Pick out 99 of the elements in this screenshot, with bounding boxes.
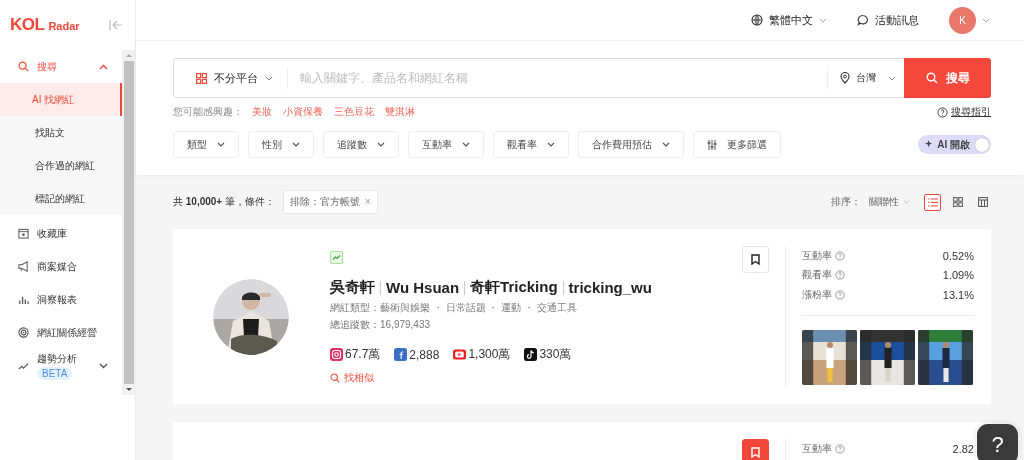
influencer-name[interactable]: 吳奇軒: [330, 278, 375, 297]
filter-chip[interactable]: 排除：官方帳號 ×: [283, 190, 378, 214]
help-icon[interactable]: [835, 289, 845, 300]
chevron-down-icon: [662, 142, 670, 147]
bookmark-icon: [751, 254, 760, 265]
play-button-icon: [453, 348, 467, 361]
search-icon: [18, 61, 29, 72]
filter-dropdown[interactable]: 性別: [248, 131, 314, 158]
archive-icon: [18, 228, 29, 239]
search-button[interactable]: 搜尋: [904, 58, 991, 98]
search-icon: [925, 72, 938, 84]
nav-label: 搜尋: [37, 59, 57, 74]
search-guide-link[interactable]: 搜尋指引: [937, 105, 991, 119]
sort-dropdown[interactable]: 關聯性: [869, 195, 910, 209]
nav-subitem[interactable]: 找貼文: [0, 116, 122, 149]
filter-dropdown[interactable]: 追蹤數: [323, 131, 399, 158]
nav-item[interactable]: 趨勢分析 BETA: [0, 349, 122, 382]
ai-toggle[interactable]: AI 開啟: [918, 135, 991, 154]
filter-dropdown[interactable]: 類型: [173, 131, 239, 158]
nav-item[interactable]: 商案媒合: [0, 250, 122, 283]
help-icon[interactable]: [835, 250, 845, 261]
find-similar-link[interactable]: 找相似: [330, 371, 374, 385]
globe-icon: [751, 14, 763, 26]
megaphone-icon: [18, 261, 29, 272]
category-text: 網紅類型：藝術與娛樂 ・ 日常話題 ・ 運動 ・ 交通工具: [330, 301, 577, 315]
target-icon: [18, 327, 29, 338]
chevron-down-icon: [462, 142, 470, 147]
nav-label: 網紅關係經營: [37, 325, 97, 340]
sliders-icon: [707, 139, 717, 150]
beta-badge: BETA: [37, 366, 73, 380]
chevron-up-icon: [99, 63, 108, 70]
grid-icon: [196, 72, 207, 84]
f-letter-icon: [394, 348, 408, 361]
chevron-down-icon: [292, 142, 300, 147]
nav-label: 收藏庫: [37, 226, 67, 241]
chevron-down-icon: [819, 17, 827, 23]
filter-dropdown[interactable]: 互動率: [408, 131, 484, 158]
nav-item[interactable]: 搜尋: [0, 50, 122, 83]
music-note-icon: [524, 348, 538, 361]
help-icon: [937, 106, 948, 118]
nav-label: 洞察報表: [37, 292, 77, 307]
sparkle-icon: [925, 140, 935, 149]
search-bar[interactable]: 不分平台 輸入關鍵字、產品名和網紅名稱 台灣 搜尋: [173, 58, 991, 98]
chevron-down-icon: [377, 142, 385, 147]
platform-follower-count: 330萬: [539, 346, 572, 363]
bookmark-button[interactable]: [742, 439, 769, 460]
filter-dropdown[interactable]: 觀看率: [493, 131, 569, 158]
nav-item[interactable]: 網紅關係經營: [0, 316, 122, 349]
chevron-down-icon: [99, 362, 108, 369]
stat-value: 2.82: [952, 442, 974, 455]
chevron-down-icon: [888, 75, 896, 81]
suggestion-label: 您可能感興趣：: [173, 105, 243, 119]
platform-follower-count: 2,888: [409, 347, 440, 362]
bar-chart-icon: [18, 294, 29, 305]
nav-item[interactable]: 洞察報表: [0, 283, 122, 316]
location-pin-icon: [840, 72, 850, 84]
help-button[interactable]: ?: [977, 424, 1018, 460]
scrollbar[interactable]: [122, 50, 135, 395]
stat-label: 互動率: [802, 248, 832, 263]
trend-line-icon: [18, 360, 29, 371]
result-summary: 共 10,000+ 筆，條件：: [173, 195, 275, 209]
platform-follower-count: 1,300萬: [468, 346, 511, 363]
messages-link[interactable]: 活動訊息: [857, 12, 919, 28]
stat-value: 0.52%: [942, 249, 974, 262]
table-icon: [977, 197, 988, 207]
stat-label: 觀看率: [802, 268, 832, 283]
influencer-name[interactable]: 奇軒Tricking: [470, 278, 558, 297]
chevron-down-icon: [547, 142, 555, 147]
stat-label: 漲粉率: [802, 287, 832, 302]
chevron-down-icon: [265, 75, 273, 81]
chevron-down-icon[interactable]: [982, 17, 990, 23]
chevron-down-icon: [217, 142, 225, 147]
follower-count: 總追蹤數：16,979,433: [330, 318, 431, 332]
influencer-name[interactable]: Wu Hsuan: [386, 279, 460, 296]
chat-bubble-icon: [857, 14, 869, 26]
sort-label: 排序：: [831, 195, 861, 209]
list-view-button[interactable]: [924, 193, 941, 211]
camera-icon: [330, 348, 343, 361]
language-menu[interactable]: 繁體中文: [751, 12, 827, 28]
stat-label: 互動率: [802, 441, 832, 456]
search-icon: [330, 373, 340, 383]
nav-label: 商案媒合: [37, 259, 77, 274]
grid-icon: [952, 197, 963, 207]
filter-dropdown[interactable]: 合作費用預估: [578, 131, 684, 158]
nav-subitem[interactable]: 合作過的網紅: [0, 149, 122, 182]
list-icon: [927, 197, 938, 207]
logo[interactable]: KOL Radar: [10, 15, 80, 35]
stat-value: 1.09%: [942, 269, 974, 282]
collapse-icon[interactable]: [109, 19, 123, 31]
influencer-name[interactable]: tricking_wu: [568, 279, 652, 296]
help-icon[interactable]: [835, 270, 845, 281]
nav-item[interactable]: 收藏庫: [0, 217, 122, 250]
help-icon[interactable]: [835, 443, 845, 454]
more-filters-button[interactable]: 更多篩選: [693, 131, 781, 158]
nav-label: 趨勢分析: [37, 351, 77, 366]
nav-subitem[interactable]: 標記的網紅: [0, 182, 122, 215]
platform-follower-count: 67.7萬: [345, 346, 381, 363]
bookmark-icon: [751, 447, 760, 458]
stat-value: 13.1%: [942, 288, 974, 301]
